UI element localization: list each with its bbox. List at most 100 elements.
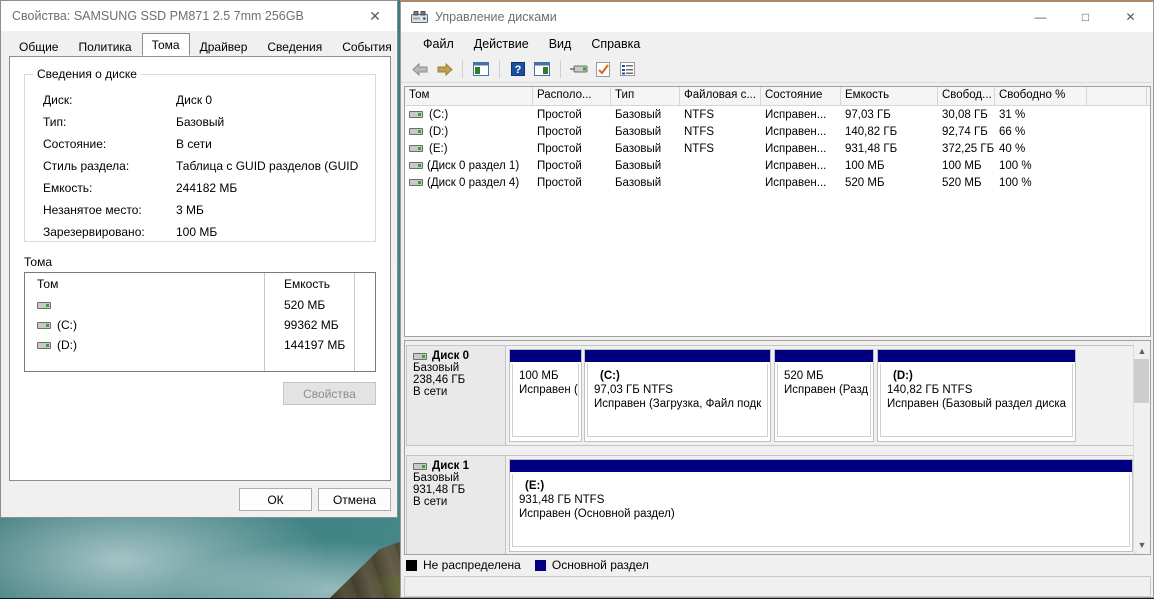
- properties-titlebar: Свойства: SAMSUNG SSD PM871 2.5 7mm 256G…: [1, 1, 397, 31]
- col-spacer[interactable]: [1087, 87, 1147, 105]
- minimize-button[interactable]: —: [1018, 3, 1063, 32]
- help-icon[interactable]: ?: [506, 58, 530, 80]
- table-row[interactable]: (D:) Простой Базовый NTFS Исправен... 14…: [405, 123, 1150, 140]
- tab-obshchie[interactable]: Общие: [9, 36, 68, 56]
- partition-e[interactable]: (E:) 931,48 ГБ NTFS Исправен (Основной р…: [509, 459, 1133, 552]
- disk-1-info[interactable]: Диск 1 Базовый 931,48 ГБ В сети: [406, 455, 506, 554]
- tab-svedeniya[interactable]: Сведения: [257, 36, 332, 56]
- menu-help[interactable]: Справка: [581, 34, 650, 54]
- volume-list-item[interactable]: (C:) 99362 МБ: [25, 315, 375, 335]
- partition-system-100mb[interactable]: 100 МБ Исправен (: [509, 349, 582, 442]
- hard-disk-icon: [409, 145, 423, 152]
- volume-properties-button[interactable]: Свойства: [283, 382, 376, 405]
- show-hide-pane-icon[interactable]: [530, 58, 554, 80]
- volume-capacity: 520 МБ: [284, 298, 326, 312]
- col-type[interactable]: Тип: [611, 87, 680, 105]
- partition-c[interactable]: (C:) 97,03 ГБ NTFS Исправен (Загрузка, Ф…: [584, 349, 771, 442]
- unallocated-swatch: [406, 559, 417, 571]
- ok-button[interactable]: ОК: [239, 488, 312, 511]
- disk-1-partitions: (E:) 931,48 ГБ NTFS Исправен (Основной р…: [506, 455, 1136, 554]
- table-row[interactable]: (C:) Простой Базовый NTFS Исправен... 97…: [405, 106, 1150, 123]
- menu-view[interactable]: Вид: [539, 34, 582, 54]
- disk-0-state: В сети: [413, 386, 448, 398]
- volume-name: (D:): [57, 338, 77, 352]
- table-row[interactable]: (E:) Простой Базовый NTFS Исправен... 93…: [405, 140, 1150, 157]
- dm-titlebar: Управление дисками — □ ✕: [401, 2, 1153, 32]
- up-folder-icon[interactable]: [469, 58, 493, 80]
- volume-list-item[interactable]: (D:) 144197 МБ: [25, 335, 375, 355]
- scroll-down-icon[interactable]: ▼: [1134, 536, 1150, 553]
- volumes-header-row: Том Емкость: [25, 273, 375, 295]
- cell-volume: (E:): [429, 142, 448, 155]
- partition-d[interactable]: (D:) 140,82 ГБ NTFS Исправен (Базовый ра…: [877, 349, 1076, 442]
- scrollbar-thumb[interactable]: [1134, 359, 1149, 403]
- partition-recovery-520mb[interactable]: 520 МБ Исправен (Разд: [774, 349, 874, 442]
- cancel-button[interactable]: Отмена: [318, 488, 391, 511]
- menu-action[interactable]: Действие: [464, 34, 539, 54]
- cell-volume: (D:): [429, 125, 449, 138]
- legend-primary: Основной раздел: [551, 558, 649, 572]
- disk-0-info[interactable]: Диск 0 Базовый 238,46 ГБ В сети: [406, 345, 506, 446]
- list-icon[interactable]: [615, 58, 639, 80]
- scroll-up-icon[interactable]: ▲: [1134, 342, 1150, 359]
- disk-row-0[interactable]: Диск 0 Базовый 238,46 ГБ В сети 100 МБ И…: [406, 345, 1136, 446]
- cell-capacity: 100 МБ: [845, 159, 885, 172]
- hard-disk-icon: [409, 111, 423, 118]
- cell-type: Базовый: [615, 176, 662, 189]
- maximize-button[interactable]: □: [1063, 3, 1108, 32]
- col-status[interactable]: Состояние: [761, 87, 841, 105]
- table-row[interactable]: (Диск 0 раздел 4) Простой Базовый Исправ…: [405, 174, 1150, 191]
- properties-icon[interactable]: [591, 58, 615, 80]
- partition-color-bar: [775, 350, 873, 362]
- disk-1-name: Диск 1: [432, 460, 470, 472]
- tab-politika[interactable]: Политика: [68, 36, 141, 56]
- forward-arrow-icon[interactable]: [432, 58, 456, 80]
- cell-layout: Простой: [537, 176, 582, 189]
- col-free-pct[interactable]: Свободно %: [995, 87, 1087, 105]
- disk-management-window: Управление дисками — □ ✕ Файл Действие В…: [400, 0, 1154, 598]
- col-layout[interactable]: Располо...: [533, 87, 611, 105]
- col-capacity[interactable]: Емкость: [841, 87, 938, 105]
- disk-1-size: 931,48 ГБ: [413, 484, 466, 496]
- volumes-listbox[interactable]: Том Емкость 520 МБ (C:) 99362 МБ (D:) 14…: [24, 272, 376, 372]
- rescan-disks-icon[interactable]: [567, 58, 591, 80]
- graphical-view-scrollbar[interactable]: ▲ ▼: [1133, 342, 1149, 553]
- disk-graphical-view[interactable]: Диск 0 Базовый 238,46 ГБ В сети 100 МБ И…: [404, 340, 1151, 555]
- label-reserved: Зарезервировано:: [43, 225, 145, 239]
- dm-menubar: Файл Действие Вид Справка: [401, 32, 1153, 56]
- disk-row-1[interactable]: Диск 1 Базовый 931,48 ГБ В сети (E:) 931…: [406, 455, 1136, 554]
- col-filesystem[interactable]: Файловая с...: [680, 87, 761, 105]
- table-row[interactable]: (Диск 0 раздел 1) Простой Базовый Исправ…: [405, 157, 1150, 174]
- tab-toma[interactable]: Тома: [141, 33, 190, 56]
- col-volume[interactable]: Том: [405, 87, 533, 105]
- back-arrow-icon[interactable]: [408, 58, 432, 80]
- close-icon[interactable]: ✕: [353, 2, 397, 31]
- toolbar-separator: [462, 60, 463, 78]
- disk-1-state: В сети: [413, 496, 448, 508]
- cell-type: Базовый: [615, 159, 662, 172]
- volume-capacity: 99362 МБ: [284, 318, 339, 332]
- tab-sobytiya[interactable]: События: [332, 36, 402, 56]
- disk-info-legend: Сведения о диске: [33, 67, 141, 81]
- cell-status: Исправен...: [765, 159, 827, 172]
- menu-file[interactable]: Файл: [413, 34, 464, 54]
- volume-list-item[interactable]: 520 МБ: [25, 295, 375, 315]
- col-free[interactable]: Свобод...: [938, 87, 995, 105]
- partition-color-bar: [878, 350, 1075, 362]
- partition-status: Исправен (Разд: [784, 384, 869, 396]
- cell-volume: (Диск 0 раздел 1): [427, 159, 520, 172]
- cell-volume: (C:): [429, 108, 449, 121]
- tab-panel-toma: Сведения о диске Диск: Диск 0 Тип: Базов…: [9, 56, 391, 481]
- cell-free: 30,08 ГБ: [942, 108, 988, 121]
- dm-toolbar: ?: [401, 56, 1153, 83]
- partition-color-bar: [510, 350, 581, 362]
- tab-drayver[interactable]: Драйвер: [190, 36, 258, 56]
- label-type: Тип:: [43, 115, 67, 129]
- cell-free: 100 МБ: [942, 159, 982, 172]
- label-disk: Диск:: [43, 93, 73, 107]
- partition-size: 931,48 ГБ NTFS: [519, 494, 605, 506]
- properties-title: Свойства: SAMSUNG SSD PM871 2.5 7mm 256G…: [12, 9, 304, 23]
- close-button[interactable]: ✕: [1108, 3, 1153, 32]
- cell-capacity: 520 МБ: [845, 176, 885, 189]
- volume-list-table[interactable]: Том Располо... Тип Файловая с... Состоян…: [404, 86, 1151, 337]
